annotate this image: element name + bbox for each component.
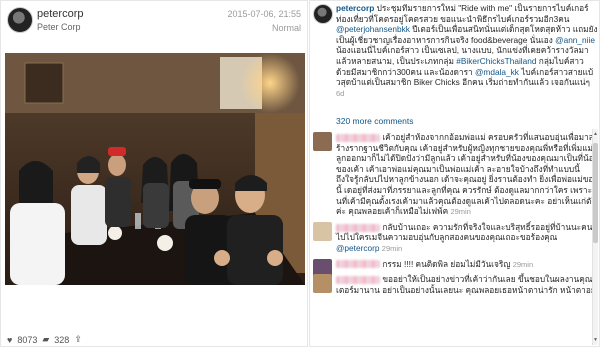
comment-time-ago: 29min	[512, 259, 534, 269]
scroll-up-icon[interactable]: ▲	[593, 130, 598, 138]
caption-hashtag[interactable]: #BikerChicksThailand	[456, 56, 536, 66]
comment-text: กรรม !!!! คนติดพิล ย่อมไม่มีวันเจริญ	[382, 258, 511, 269]
post-panel: petercorp Peter Corp 2015-07-06, 21:55 N…	[0, 0, 308, 347]
comments-panel: petercorp ประชุมทีมรายการใหม่ "Ride with…	[309, 0, 600, 347]
scroll-thumb[interactable]	[593, 143, 598, 243]
list-item: เค้าอยู่สำห้องจากกอ้อมพ่อแม่ ครอบครัวที่…	[313, 132, 598, 218]
commenter-avatar[interactable]	[313, 274, 332, 294]
comment-text: เค้าอยู่สำห้องจากกอ้อมพ่อแม่ ครอบครัวที่…	[336, 132, 598, 217]
caption-time-ago: 6d	[336, 88, 345, 98]
commenter-avatar[interactable]	[313, 221, 332, 241]
list-item: กลับบ้านเถอะ ความรักที่จริงใจและบริสุทธิ…	[313, 221, 598, 255]
group-photo-illustration	[5, 53, 305, 285]
heart-icon[interactable]: ♥	[7, 335, 12, 345]
blurred-username	[336, 133, 380, 142]
caption-mention-ann[interactable]: @ann_niie	[555, 35, 595, 45]
post-date: 2015-07-06, 21:55	[227, 9, 301, 19]
caption-text-1: ประชุมทีมรายการใหม่ "Ride with me" เป็นร…	[336, 3, 589, 24]
scroll-down-icon[interactable]: ▼	[593, 336, 598, 344]
screenshot-composite: petercorp Peter Corp 2015-07-06, 21:55 N…	[0, 0, 600, 347]
list-item: ขออย่าให้เป็นอย่างข่าวที่เค้าว่ากันเลย ข…	[313, 274, 598, 295]
list-item: กรรม !!!! คนติดพิล ย่อมไม่มีวันเจริญ 29m…	[313, 258, 598, 278]
caption-mention-peterjohansen[interactable]: @peterjohansenbkk	[336, 24, 410, 34]
comment-icon[interactable]: ▰	[42, 334, 49, 345]
caption-username[interactable]: petercorp	[336, 3, 374, 13]
avatar[interactable]	[7, 7, 33, 33]
comment-time-ago: 29min	[450, 207, 471, 217]
more-comments-link[interactable]: 320 more comments	[336, 116, 413, 126]
comments-list: เค้าอยู่สำห้องจากกอ้อมพ่อแม่ ครอบครัวที่…	[313, 132, 598, 299]
post-stats: ♥ 8073 ▰ 328 ⇪	[7, 334, 82, 345]
post-caption: petercorp ประชุมทีมรายการใหม่ "Ride with…	[336, 3, 598, 99]
post-filter: Normal	[271, 23, 301, 33]
likes-count: 8073	[17, 334, 38, 345]
comment-mention[interactable]: @petercorp	[336, 243, 379, 253]
blurred-username	[336, 260, 380, 269]
post-photo[interactable]	[5, 53, 305, 285]
comments-scrollbar[interactable]: ▲ ▼	[592, 129, 598, 345]
share-icon[interactable]: ⇪	[74, 334, 82, 345]
blurred-username	[336, 223, 380, 232]
commenter-avatar[interactable]	[313, 132, 332, 151]
post-header: petercorp Peter Corp 2015-07-06, 21:55 N…	[1, 1, 307, 41]
caption-avatar[interactable]	[313, 4, 333, 24]
blurred-username	[336, 275, 380, 284]
post-username[interactable]: petercorp	[37, 8, 83, 20]
comment-time-ago: 29min	[381, 243, 403, 253]
comments-count: 328	[54, 334, 70, 345]
post-display-name: Peter Corp	[37, 22, 81, 32]
caption-mention-mdala[interactable]: @mdala_kk	[475, 67, 519, 77]
